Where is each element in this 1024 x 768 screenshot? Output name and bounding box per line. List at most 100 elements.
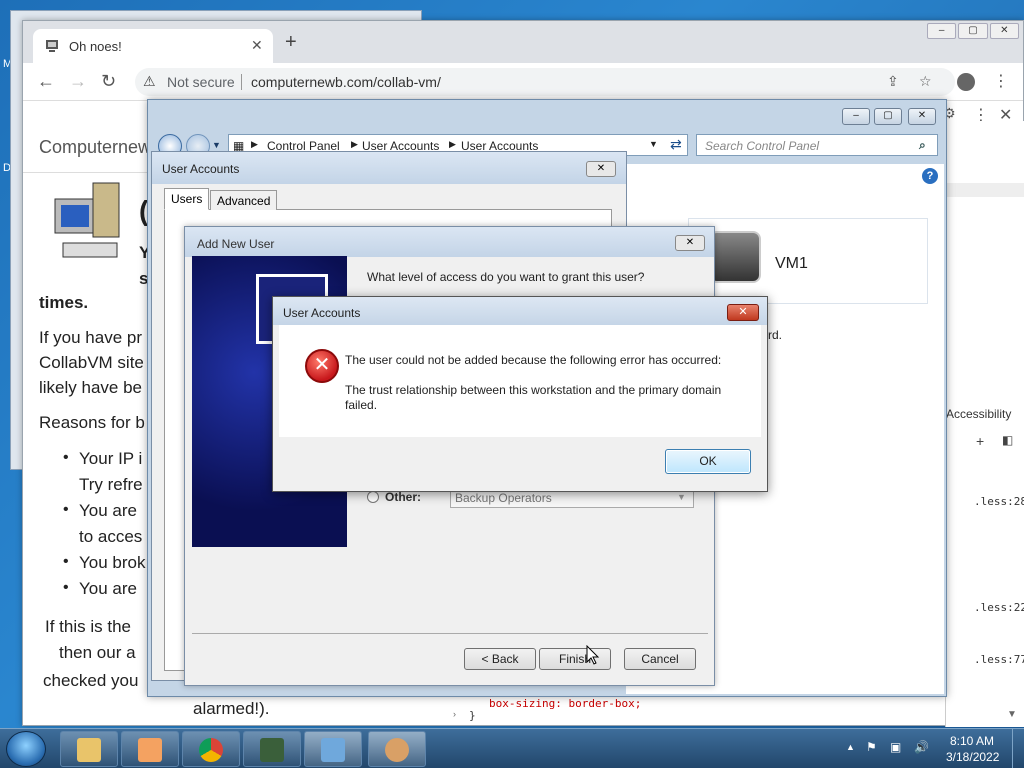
site-name[interactable]: Computernew	[39, 137, 151, 158]
profile-avatar[interactable]	[957, 73, 975, 91]
browser-toolbar: ← → ↻ ⚠ Not secure computernewb.com/coll…	[23, 63, 1023, 101]
maximize-button[interactable]: ▢	[958, 23, 988, 39]
list-item: to acces	[79, 527, 143, 546]
forward-arrow-icon[interactable]: →	[69, 71, 87, 91]
search-icon[interactable]: ⌕	[919, 138, 926, 153]
close-button[interactable]: ✕	[989, 23, 1019, 39]
close-button[interactable]: ✕	[675, 235, 705, 251]
error-message: The user could not be added because the …	[345, 353, 722, 367]
action-center-flag-icon[interactable]: ⚑	[866, 740, 877, 754]
style-source-link[interactable]: .less:22	[974, 601, 1024, 614]
account-name: VM1	[775, 255, 808, 272]
close-button[interactable]: ✕	[908, 108, 936, 125]
page-paragraph: If you have pr	[39, 328, 143, 347]
media-player-icon	[138, 738, 162, 762]
task-manager-icon	[260, 738, 284, 762]
taskbar-control-panel[interactable]	[304, 731, 362, 767]
style-source-link[interactable]: .less:28	[974, 495, 1024, 508]
taskbar: ▲ ⚑ ▣ 🔊 8:10 AM 3/18/2022	[0, 728, 1024, 768]
dialog-title: Add New User	[197, 237, 275, 251]
chevron-down-icon[interactable]: ▼	[677, 492, 686, 502]
finish-button[interactable]: Finish	[539, 648, 611, 670]
warning-icon[interactable]: ⚠	[143, 73, 156, 90]
divider	[192, 633, 708, 634]
tab-advanced[interactable]: Advanced	[210, 190, 278, 210]
back-button[interactable]: < Back	[464, 648, 536, 670]
page-paragraph: If this is the	[45, 617, 131, 636]
reload-icon[interactable]: ↻	[101, 71, 116, 91]
page-paragraph: alarmed!).	[193, 699, 270, 718]
browser-tab[interactable]: Oh noes! ✕	[33, 29, 273, 63]
taskbar-explorer[interactable]	[60, 731, 118, 767]
divider	[241, 74, 242, 90]
breadcrumb-arrow-icon[interactable]: ▶	[449, 139, 456, 150]
toggle-panel-icon[interactable]: ◧	[1002, 433, 1013, 447]
css-brace: }	[469, 709, 476, 722]
list-bullet: •	[63, 579, 69, 596]
error-dialog: User Accounts ✕ ✕ The user could not be …	[272, 296, 768, 492]
taskbar-user-accounts[interactable]	[368, 731, 426, 767]
list-item: You are	[79, 501, 137, 520]
expand-icon[interactable]: ›	[453, 709, 456, 719]
group-select-value: Backup Operators	[455, 491, 552, 505]
show-hidden-icons-icon[interactable]: ▲	[846, 742, 855, 752]
other-radio[interactable]	[367, 491, 379, 503]
partial-text: rd.	[768, 328, 783, 342]
search-input[interactable]: Search Control Panel ⌕	[696, 134, 938, 156]
clock-time[interactable]: 8:10 AM	[950, 734, 994, 748]
page-paragraph: likely have be	[39, 378, 143, 397]
error-icon: ✕	[305, 349, 339, 383]
minimize-button[interactable]: –	[927, 23, 957, 39]
volume-icon[interactable]: 🔊	[914, 740, 929, 754]
address-bar[interactable]: ⚠ Not secure computernewb.com/collab-vm/…	[135, 68, 955, 96]
computer-logo-icon	[54, 182, 120, 258]
error-detail: The trust relationship between this work…	[345, 383, 722, 412]
menu-dots-icon[interactable]: ⋮	[993, 71, 1009, 91]
accessibility-tab[interactable]: Accessibility	[946, 407, 1011, 421]
ok-button[interactable]: OK	[665, 449, 751, 474]
address-dropdown-icon[interactable]: ▼	[649, 139, 658, 149]
page-paragraph: times.	[39, 293, 89, 312]
show-desktop-button[interactable]	[1012, 729, 1024, 768]
add-style-icon[interactable]: +	[976, 433, 984, 449]
chrome-icon	[199, 738, 223, 762]
account-card[interactable]: VM1	[688, 218, 928, 304]
url-text[interactable]: computernewb.com/collab-vm/	[251, 74, 441, 90]
taskbar-task-manager[interactable]	[243, 731, 301, 767]
devtools-panel[interactable]: Accessibility + ◧ .less:28 .less:22 .les…	[945, 121, 1024, 727]
not-secure-label[interactable]: Not secure	[167, 74, 235, 90]
new-tab-icon[interactable]: +	[285, 32, 297, 52]
favicon-icon	[46, 40, 58, 52]
scroll-down-icon[interactable]: ▼	[1007, 709, 1017, 720]
breadcrumb-arrow-icon[interactable]: ▶	[251, 139, 258, 150]
start-button[interactable]	[6, 731, 46, 767]
tab-users[interactable]: Users	[164, 188, 210, 210]
network-icon[interactable]: ▣	[890, 740, 901, 754]
bookmark-star-icon[interactable]: ☆	[919, 73, 932, 90]
breadcrumb-arrow-icon[interactable]: ▶	[351, 139, 358, 150]
list-item: Try refre	[79, 475, 143, 494]
refresh-icon[interactable]: ⇄	[670, 136, 682, 153]
users-icon	[385, 738, 409, 762]
cancel-button[interactable]: Cancel	[624, 648, 696, 670]
close-button[interactable]: ✕	[727, 304, 759, 321]
maximize-button[interactable]: ▢	[874, 108, 902, 125]
page-paragraph: then our a	[59, 643, 136, 662]
recent-pages-icon[interactable]: ▼	[212, 140, 221, 150]
tab-strip: Oh noes! ✕ + – ▢ ✕	[23, 21, 1023, 63]
minimize-button[interactable]: –	[842, 108, 870, 125]
mouse-cursor-icon	[586, 645, 600, 665]
message-area: ✕ The user could not be added because th…	[279, 325, 761, 437]
clock-date[interactable]: 3/18/2022	[946, 750, 999, 764]
list-bullet: •	[63, 449, 69, 466]
tab-close-icon[interactable]: ✕	[251, 37, 263, 54]
tab-title: Oh noes!	[69, 39, 122, 54]
taskbar-media-player[interactable]	[121, 731, 179, 767]
window-controls: – ▢ ✕	[927, 23, 1019, 39]
back-arrow-icon[interactable]: ←	[37, 71, 55, 91]
style-source-link[interactable]: .less:77	[974, 653, 1024, 666]
share-icon[interactable]: ⇪	[887, 73, 899, 90]
help-icon[interactable]: ?	[922, 168, 938, 184]
taskbar-chrome[interactable]	[182, 731, 240, 767]
close-button[interactable]: ✕	[586, 161, 616, 177]
